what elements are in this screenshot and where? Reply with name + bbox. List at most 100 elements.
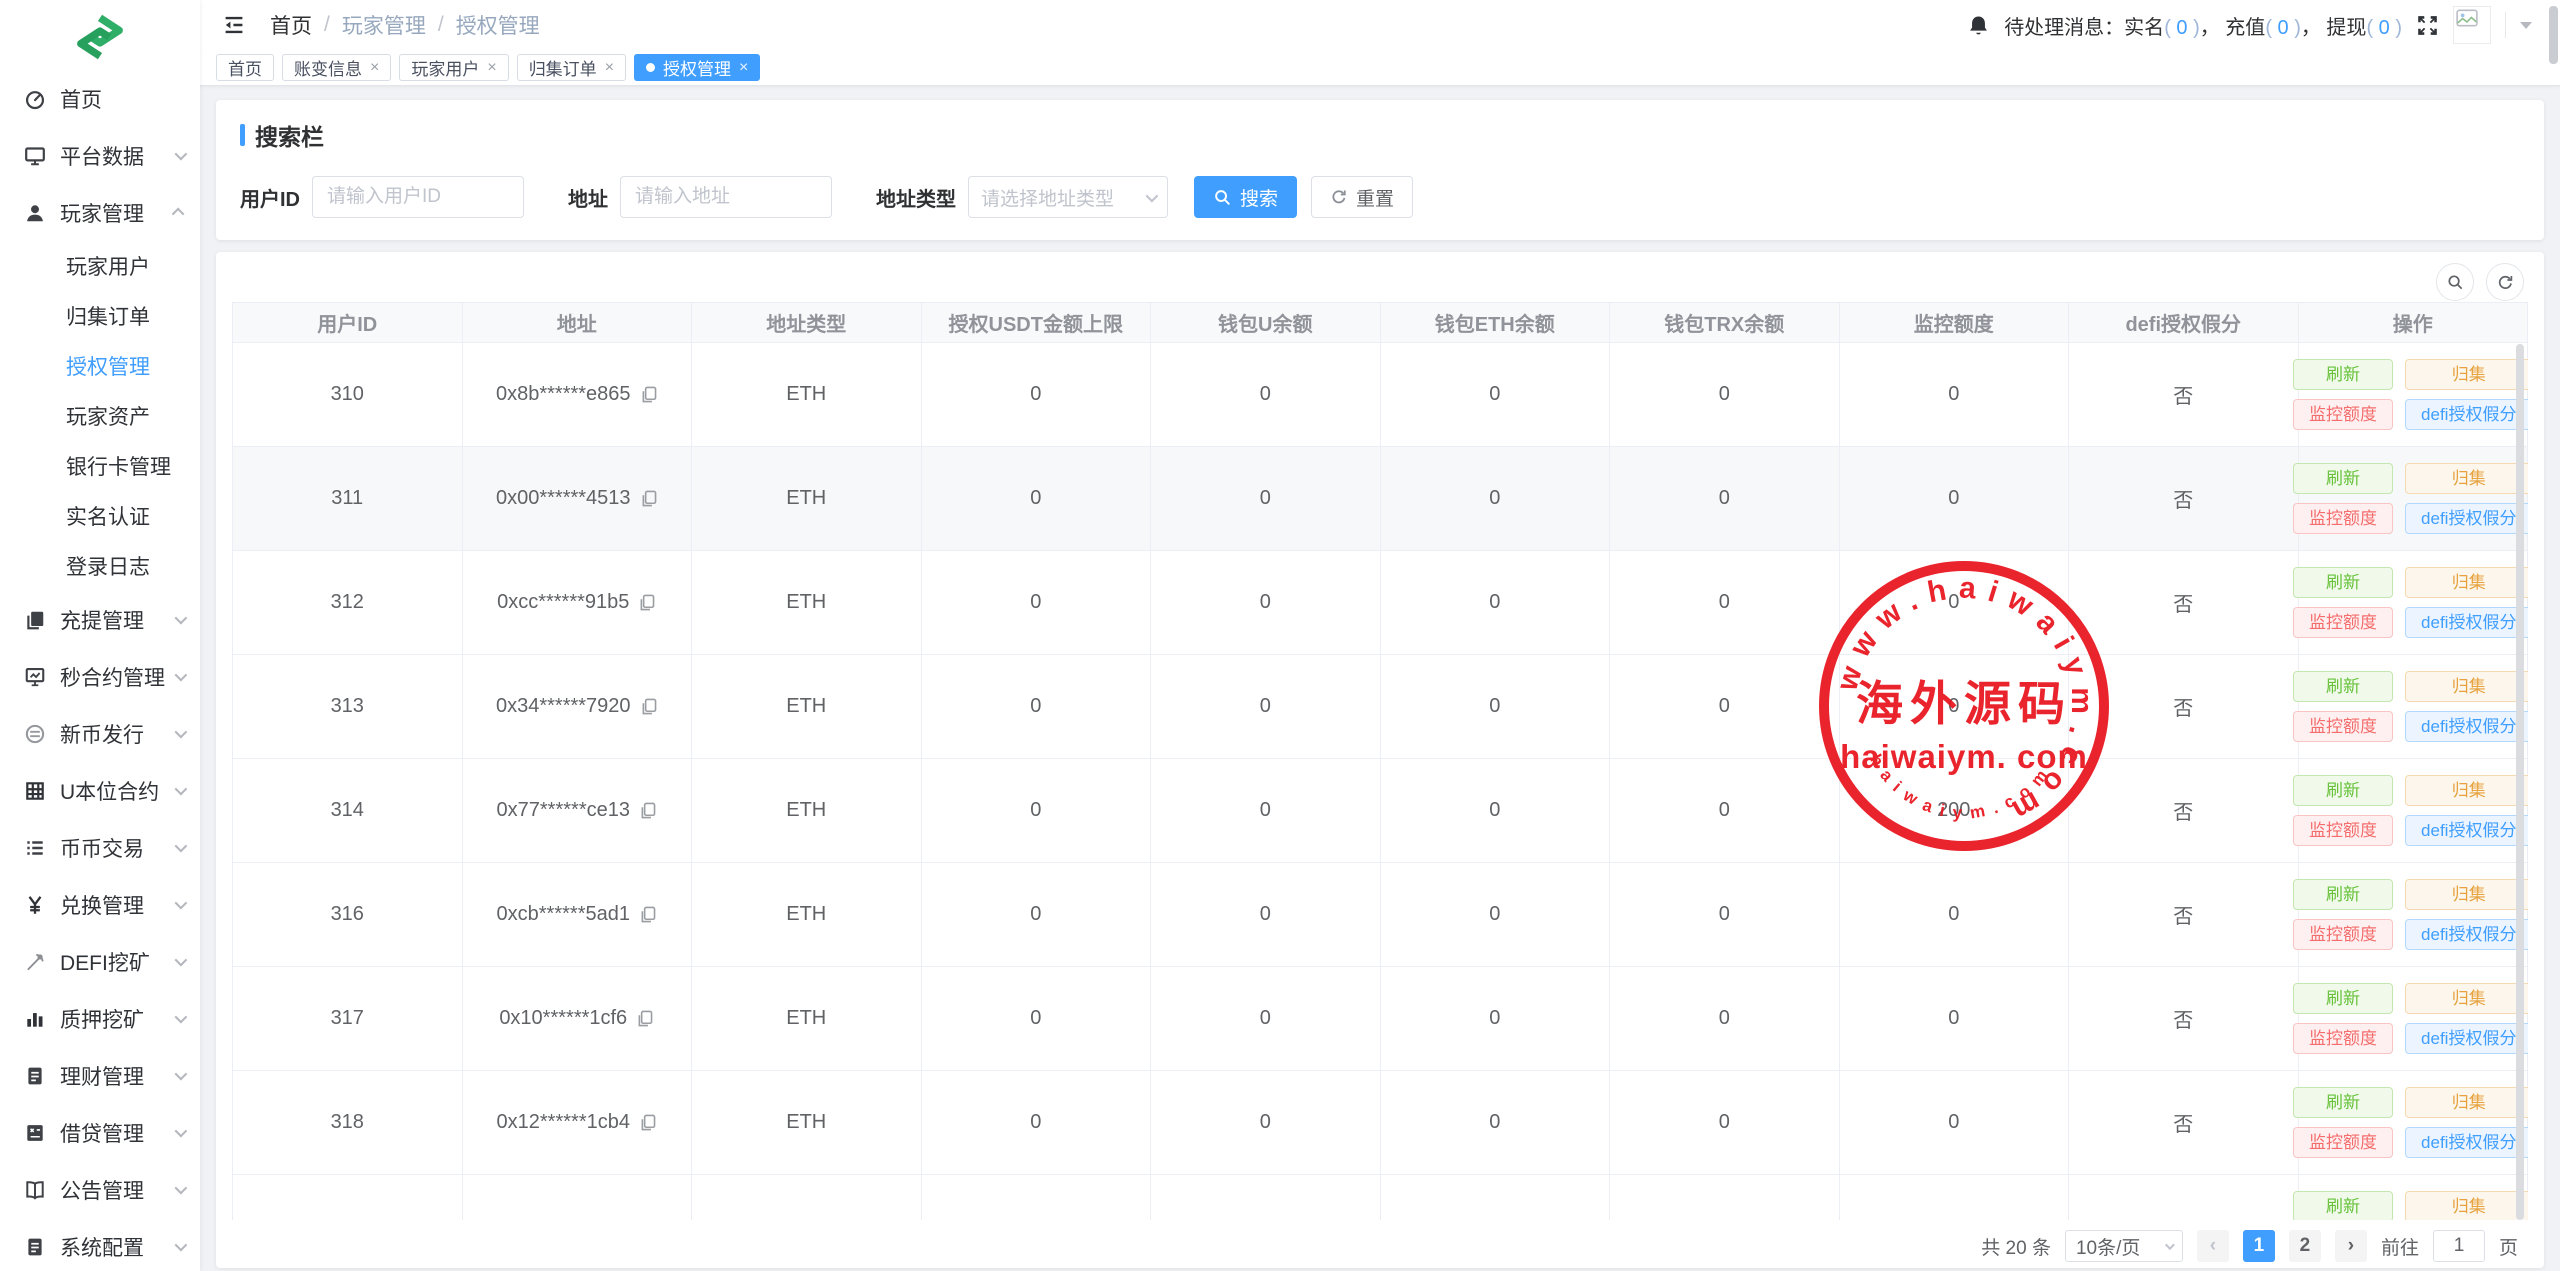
sidebar-subitem[interactable]: 实名认证: [0, 491, 200, 541]
chevron-down-icon: [175, 1125, 188, 1138]
fullscreen-icon[interactable]: [2416, 14, 2439, 37]
sidebar-item[interactable]: U本位合约: [0, 762, 200, 819]
defi-auth-button[interactable]: defi授权假分: [2405, 711, 2528, 742]
defi-auth-button[interactable]: defi授权假分: [2405, 503, 2528, 534]
monitor-quota-button[interactable]: 监控额度: [2293, 919, 2393, 950]
monitor-quota-button[interactable]: 监控额度: [2293, 1023, 2393, 1054]
prev-page-button[interactable]: ‹: [2197, 1230, 2229, 1262]
sidebar-subitem[interactable]: 玩家资产: [0, 391, 200, 441]
user-id-input[interactable]: [312, 176, 524, 218]
defi-auth-button[interactable]: defi授权假分: [2405, 1127, 2528, 1158]
sidebar-item[interactable]: DEFI挖矿: [0, 933, 200, 990]
address-input[interactable]: [620, 176, 832, 218]
sidebar-item[interactable]: 平台数据: [0, 127, 200, 184]
collapse-menu-icon[interactable]: [222, 13, 246, 37]
sidebar-subitem[interactable]: 银行卡管理: [0, 441, 200, 491]
chevron-down-icon[interactable]: [2520, 22, 2532, 29]
table-scrollbar[interactable]: [2516, 344, 2524, 1220]
bell-icon[interactable]: [1967, 14, 1990, 37]
collect-button[interactable]: 归集: [2405, 775, 2528, 806]
copy-icon[interactable]: [639, 489, 658, 508]
close-icon[interactable]: ×: [739, 59, 748, 77]
window-scrollbar[interactable]: [2549, 6, 2558, 64]
defi-auth-button[interactable]: defi授权假分: [2405, 815, 2528, 846]
collect-button[interactable]: 归集: [2405, 1087, 2528, 1118]
breadcrumb-item[interactable]: 首页: [270, 10, 312, 40]
sidebar-item[interactable]: 秒合约管理: [0, 648, 200, 705]
refresh-row-button[interactable]: 刷新: [2293, 567, 2393, 598]
refresh-row-button[interactable]: 刷新: [2293, 1191, 2393, 1220]
collect-button[interactable]: 归集: [2405, 983, 2528, 1014]
refresh-row-button[interactable]: 刷新: [2293, 463, 2393, 494]
defi-auth-button[interactable]: defi授权假分: [2405, 399, 2528, 430]
address-type-select[interactable]: 请选择地址类型: [968, 176, 1168, 218]
sidebar-item[interactable]: 新币发行: [0, 705, 200, 762]
monitor-quota-button[interactable]: 监控额度: [2293, 711, 2393, 742]
copy-icon[interactable]: [638, 905, 657, 924]
search-toggle-icon[interactable]: [2436, 263, 2474, 301]
sidebar-item[interactable]: 首页: [0, 70, 200, 127]
search-button[interactable]: 搜索: [1194, 176, 1297, 218]
copy-icon[interactable]: [639, 697, 658, 716]
monitor-quota-button[interactable]: 监控额度: [2293, 815, 2393, 846]
copy-icon[interactable]: [638, 1113, 657, 1132]
refresh-row-button[interactable]: 刷新: [2293, 359, 2393, 390]
sidebar-item[interactable]: 理财管理: [0, 1047, 200, 1104]
sidebar-item[interactable]: 充提管理: [0, 591, 200, 648]
page-size-select[interactable]: 10条/页: [2065, 1230, 2183, 1262]
sidebar-item[interactable]: 系统配置: [0, 1218, 200, 1271]
page-button-2[interactable]: 2: [2289, 1230, 2321, 1262]
sidebar-subitem[interactable]: 玩家用户: [0, 241, 200, 291]
collect-button[interactable]: 归集: [2405, 1191, 2528, 1220]
tab-授权管理[interactable]: 授权管理×: [634, 54, 760, 81]
avatar[interactable]: [2453, 6, 2491, 44]
next-page-button[interactable]: ›: [2335, 1230, 2367, 1262]
tab-玩家用户[interactable]: 玩家用户×: [399, 54, 508, 81]
tab-账变信息[interactable]: 账变信息×: [282, 54, 391, 81]
sidebar-item[interactable]: 兑换管理: [0, 876, 200, 933]
sidebar-subitem[interactable]: 授权管理: [0, 341, 200, 391]
sidebar-item[interactable]: 质押挖矿: [0, 990, 200, 1047]
close-icon[interactable]: ×: [370, 59, 379, 77]
sidebar-subitem[interactable]: 登录日志: [0, 541, 200, 591]
column-header: 地址类型: [692, 303, 922, 343]
refresh-row-button[interactable]: 刷新: [2293, 879, 2393, 910]
refresh-row-button[interactable]: 刷新: [2293, 983, 2393, 1014]
copy-icon[interactable]: [639, 385, 658, 404]
monitor-quota-button[interactable]: 监控额度: [2293, 399, 2393, 430]
page-button-1[interactable]: 1: [2243, 1230, 2275, 1262]
collect-button[interactable]: 归集: [2405, 567, 2528, 598]
refresh-table-icon[interactable]: [2486, 263, 2524, 301]
monitor-quota-button[interactable]: 监控额度: [2293, 1127, 2393, 1158]
sidebar-item[interactable]: 公告管理: [0, 1161, 200, 1218]
collect-button[interactable]: 归集: [2405, 463, 2528, 494]
copy-icon[interactable]: [638, 801, 657, 820]
refresh-row-button[interactable]: 刷新: [2293, 671, 2393, 702]
collect-button[interactable]: 归集: [2405, 359, 2528, 390]
sidebar-item[interactable]: 币币交易: [0, 819, 200, 876]
refresh-row-button[interactable]: 刷新: [2293, 1087, 2393, 1118]
sidebar-item[interactable]: 玩家管理: [0, 184, 200, 241]
defi-auth-button[interactable]: defi授权假分: [2405, 1023, 2528, 1054]
defi-auth-button[interactable]: defi授权假分: [2405, 919, 2528, 950]
collect-button[interactable]: 归集: [2405, 879, 2528, 910]
sidebar-item[interactable]: 借贷管理: [0, 1104, 200, 1161]
copy-icon[interactable]: [635, 1009, 654, 1028]
monitor-quota-button[interactable]: 监控额度: [2293, 607, 2393, 638]
close-icon[interactable]: ×: [487, 59, 496, 77]
tab-归集订单[interactable]: 归集订单×: [517, 54, 626, 81]
close-icon[interactable]: ×: [605, 59, 614, 77]
reset-button[interactable]: 重置: [1311, 176, 1413, 218]
tab-首页[interactable]: 首页: [216, 54, 274, 81]
sidebar-item-label: 币币交易: [60, 833, 169, 863]
app-logo[interactable]: [0, 0, 200, 64]
copy-icon[interactable]: [637, 593, 656, 612]
cell-eth-balance: 0: [1380, 447, 1610, 551]
refresh-row-button[interactable]: 刷新: [2293, 775, 2393, 806]
monitor-quota-button[interactable]: 监控额度: [2293, 503, 2393, 534]
sidebar-subitem[interactable]: 归集订单: [0, 291, 200, 341]
goto-page-input[interactable]: [2433, 1230, 2485, 1262]
chevron-down-icon: [175, 1239, 188, 1252]
defi-auth-button[interactable]: defi授权假分: [2405, 607, 2528, 638]
collect-button[interactable]: 归集: [2405, 671, 2528, 702]
